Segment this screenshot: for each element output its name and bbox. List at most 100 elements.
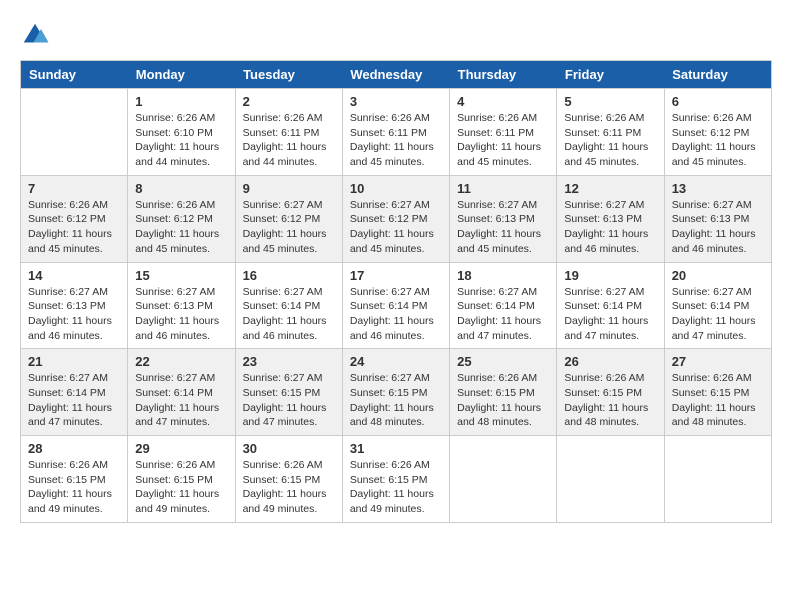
cell-content: Sunrise: 6:26 AMSunset: 6:15 PMDaylight:… [564,371,656,430]
day-number: 12 [564,181,656,196]
cell-content: Sunrise: 6:26 AMSunset: 6:12 PMDaylight:… [672,111,764,170]
week-row-2: 7 Sunrise: 6:26 AMSunset: 6:12 PMDaylight… [21,175,772,262]
cell-content: Sunrise: 6:27 AMSunset: 6:14 PMDaylight:… [243,285,335,344]
cell-content: Sunrise: 6:27 AMSunset: 6:12 PMDaylight:… [243,198,335,257]
cell-content: Sunrise: 6:26 AMSunset: 6:15 PMDaylight:… [350,458,442,517]
day-number: 16 [243,268,335,283]
calendar-cell: 1Sunrise: 6:26 AMSunset: 6:10 PMDaylight… [128,89,235,176]
cell-content: Sunrise: 6:26 AMSunset: 6:11 PMDaylight:… [564,111,656,170]
calendar-header: SundayMondayTuesdayWednesdayThursdayFrid… [21,61,772,89]
day-number: 26 [564,354,656,369]
cell-content: Sunrise: 6:27 AMSunset: 6:14 PMDaylight:… [672,285,764,344]
cell-content: Sunrise: 6:27 AMSunset: 6:14 PMDaylight:… [564,285,656,344]
cell-content: Sunrise: 6:27 AMSunset: 6:13 PMDaylight:… [672,198,764,257]
calendar-cell: 13 Sunrise: 6:27 AMSunset: 6:13 PMDayligh… [664,175,771,262]
calendar-cell: 21Sunrise: 6:27 AMSunset: 6:14 PMDayligh… [21,349,128,436]
cell-content: Sunrise: 6:27 AMSunset: 6:14 PMDaylight:… [135,371,227,430]
cell-content: Sunrise: 6:27 AMSunset: 6:13 PMDaylight:… [28,285,120,344]
calendar-cell: 3 Sunrise: 6:26 AMSunset: 6:11 PMDaylight… [342,89,449,176]
day-number: 24 [350,354,442,369]
calendar-cell [450,436,557,523]
calendar-cell: 9Sunrise: 6:27 AMSunset: 6:12 PMDaylight… [235,175,342,262]
logo-icon [20,20,50,50]
logo [20,20,56,50]
calendar-table: SundayMondayTuesdayWednesdayThursdayFrid… [20,60,772,523]
calendar-cell: 18 Sunrise: 6:27 AMSunset: 6:14 PMDayligh… [450,262,557,349]
calendar-cell: 10Sunrise: 6:27 AMSunset: 6:12 PMDayligh… [342,175,449,262]
day-number: 29 [135,441,227,456]
calendar-cell: 25 Sunrise: 6:26 AMSunset: 6:15 PMDayligh… [450,349,557,436]
day-number: 8 [135,181,227,196]
calendar-cell: 8 Sunrise: 6:26 AMSunset: 6:12 PMDaylight… [128,175,235,262]
calendar-cell: 17 Sunrise: 6:27 AMSunset: 6:14 PMDayligh… [342,262,449,349]
cell-content: Sunrise: 6:27 AMSunset: 6:13 PMDaylight:… [564,198,656,257]
day-number: 20 [672,268,764,283]
day-number: 30 [243,441,335,456]
cell-content: Sunrise: 6:26 AMSunset: 6:15 PMDaylight:… [672,371,764,430]
day-number: 27 [672,354,764,369]
cell-content: Sunrise: 6:27 AMSunset: 6:14 PMDaylight:… [28,371,120,430]
day-number: 18 [457,268,549,283]
calendar-cell: 27 Sunrise: 6:26 AMSunset: 6:15 PMDayligh… [664,349,771,436]
calendar-cell: 26 Sunrise: 6:26 AMSunset: 6:15 PMDayligh… [557,349,664,436]
calendar-cell: 15 Sunrise: 6:27 AMSunset: 6:13 PMDayligh… [128,262,235,349]
calendar-cell: 2 Sunrise: 6:26 AMSunset: 6:11 PMDaylight… [235,89,342,176]
header-day-wednesday: Wednesday [342,61,449,89]
calendar-cell: 31 Sunrise: 6:26 AMSunset: 6:15 PMDayligh… [342,436,449,523]
cell-content: Sunrise: 6:26 AMSunset: 6:15 PMDaylight:… [457,371,549,430]
week-row-1: 1Sunrise: 6:26 AMSunset: 6:10 PMDaylight… [21,89,772,176]
day-number: 17 [350,268,442,283]
header-day-thursday: Thursday [450,61,557,89]
day-number: 1 [135,94,227,109]
calendar-cell [664,436,771,523]
day-number: 23 [243,354,335,369]
calendar-cell: 12 Sunrise: 6:27 AMSunset: 6:13 PMDayligh… [557,175,664,262]
day-number: 2 [243,94,335,109]
page-header [20,20,772,50]
cell-content: Sunrise: 6:26 AMSunset: 6:11 PMDaylight:… [243,111,335,170]
day-number: 15 [135,268,227,283]
cell-content: Sunrise: 6:27 AMSunset: 6:13 PMDaylight:… [135,285,227,344]
day-number: 25 [457,354,549,369]
cell-content: Sunrise: 6:26 AMSunset: 6:15 PMDaylight:… [135,458,227,517]
day-number: 7 [28,181,120,196]
header-day-saturday: Saturday [664,61,771,89]
calendar-cell: 30Sunrise: 6:26 AMSunset: 6:15 PMDayligh… [235,436,342,523]
header-day-sunday: Sunday [21,61,128,89]
calendar-cell: 5 Sunrise: 6:26 AMSunset: 6:11 PMDaylight… [557,89,664,176]
calendar-cell: 11Sunrise: 6:27 AMSunset: 6:13 PMDayligh… [450,175,557,262]
header-row: SundayMondayTuesdayWednesdayThursdayFrid… [21,61,772,89]
day-number: 13 [672,181,764,196]
week-row-4: 21Sunrise: 6:27 AMSunset: 6:14 PMDayligh… [21,349,772,436]
day-number: 14 [28,268,120,283]
cell-content: Sunrise: 6:27 AMSunset: 6:15 PMDaylight:… [243,371,335,430]
cell-content: Sunrise: 6:27 AMSunset: 6:15 PMDaylight:… [350,371,442,430]
cell-content: Sunrise: 6:26 AMSunset: 6:12 PMDaylight:… [135,198,227,257]
calendar-cell: 22Sunrise: 6:27 AMSunset: 6:14 PMDayligh… [128,349,235,436]
calendar-body: 1Sunrise: 6:26 AMSunset: 6:10 PMDaylight… [21,89,772,523]
header-day-monday: Monday [128,61,235,89]
cell-content: Sunrise: 6:27 AMSunset: 6:14 PMDaylight:… [350,285,442,344]
day-number: 3 [350,94,442,109]
week-row-3: 14 Sunrise: 6:27 AMSunset: 6:13 PMDayligh… [21,262,772,349]
cell-content: Sunrise: 6:26 AMSunset: 6:11 PMDaylight:… [350,111,442,170]
calendar-cell [557,436,664,523]
day-number: 5 [564,94,656,109]
day-number: 31 [350,441,442,456]
cell-content: Sunrise: 6:26 AMSunset: 6:15 PMDaylight:… [28,458,120,517]
calendar-cell: 24 Sunrise: 6:27 AMSunset: 6:15 PMDayligh… [342,349,449,436]
day-number: 11 [457,181,549,196]
week-row-5: 28Sunrise: 6:26 AMSunset: 6:15 PMDayligh… [21,436,772,523]
cell-content: Sunrise: 6:26 AMSunset: 6:11 PMDaylight:… [457,111,549,170]
cell-content: Sunrise: 6:27 AMSunset: 6:14 PMDaylight:… [457,285,549,344]
calendar-cell: 4Sunrise: 6:26 AMSunset: 6:11 PMDaylight… [450,89,557,176]
calendar-cell: 16 Sunrise: 6:27 AMSunset: 6:14 PMDayligh… [235,262,342,349]
header-day-tuesday: Tuesday [235,61,342,89]
calendar-cell: 6Sunrise: 6:26 AMSunset: 6:12 PMDaylight… [664,89,771,176]
calendar-cell: 29 Sunrise: 6:26 AMSunset: 6:15 PMDayligh… [128,436,235,523]
calendar-cell: 7Sunrise: 6:26 AMSunset: 6:12 PMDaylight… [21,175,128,262]
calendar-cell: 28Sunrise: 6:26 AMSunset: 6:15 PMDayligh… [21,436,128,523]
calendar-cell [21,89,128,176]
day-number: 10 [350,181,442,196]
calendar-cell: 19Sunrise: 6:27 AMSunset: 6:14 PMDayligh… [557,262,664,349]
